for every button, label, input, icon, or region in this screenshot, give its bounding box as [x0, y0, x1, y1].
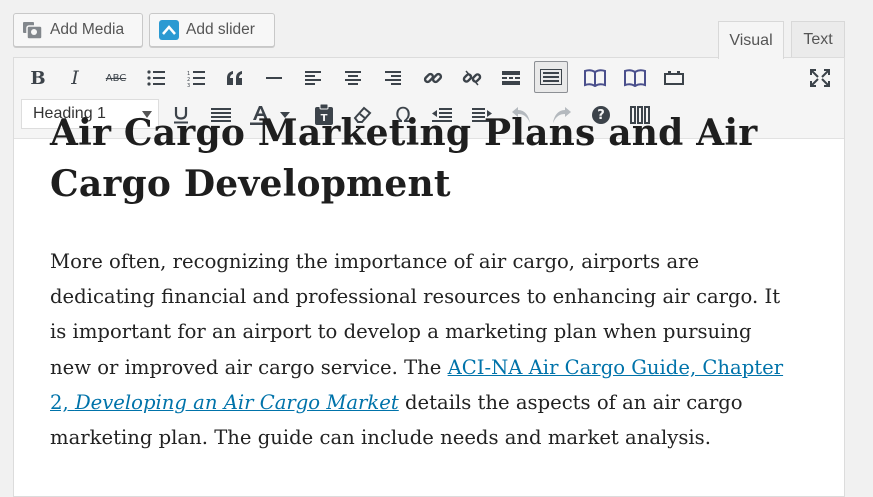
align-right-icon	[385, 71, 401, 85]
keyboard-icon	[540, 69, 562, 85]
remove-link-button[interactable]	[457, 63, 487, 93]
page-break-icon	[664, 71, 684, 85]
insert-more-button[interactable]	[496, 63, 526, 93]
add-media-label: Add Media	[50, 21, 125, 38]
blockquote-icon	[227, 71, 242, 85]
tab-text-label: Text	[803, 30, 833, 48]
book-icon	[624, 69, 646, 87]
horizontal-line-icon	[266, 77, 282, 79]
page-break-button[interactable]	[659, 63, 689, 93]
link-icon	[423, 72, 443, 84]
align-left-icon	[305, 71, 321, 85]
post-heading: Air Cargo Marketing Plans and Air Cargo …	[50, 112, 758, 205]
add-slider-button[interactable]: Add slider	[149, 13, 275, 47]
editor-content[interactable]: Air Cargo Marketing Plans and Air Cargo …	[50, 108, 790, 455]
align-left-button[interactable]	[298, 63, 328, 93]
book-button-2[interactable]	[620, 63, 650, 93]
align-right-button[interactable]	[378, 63, 408, 93]
fullscreen-button[interactable]	[805, 63, 835, 93]
fullscreen-icon	[810, 69, 830, 87]
read-more-icon	[502, 71, 520, 85]
numbered-list-icon: 123	[187, 70, 205, 87]
blockquote-button[interactable]	[220, 63, 250, 93]
strikethrough-icon: ABC	[105, 72, 127, 84]
strikethrough-button[interactable]: ABC	[101, 63, 131, 93]
horizontal-line-button[interactable]	[259, 63, 289, 93]
slider-icon	[158, 19, 180, 41]
add-slider-label: Add slider	[186, 21, 255, 38]
bold-icon: B	[30, 67, 46, 89]
bold-button[interactable]: B	[23, 63, 53, 93]
svg-text:3: 3	[187, 83, 190, 87]
align-center-button[interactable]	[338, 63, 368, 93]
tab-visual[interactable]: Visual	[718, 21, 784, 59]
italic-button[interactable]: I	[60, 63, 90, 93]
numbered-list-button[interactable]: 123	[181, 63, 211, 93]
bulleted-list-icon	[147, 70, 165, 86]
toolbar-toggle-button[interactable]	[534, 61, 568, 93]
media-camera-icon	[22, 19, 44, 41]
right-margin	[845, 0, 873, 488]
tab-visual-label: Visual	[729, 31, 773, 49]
tab-text[interactable]: Text	[791, 21, 845, 57]
insert-link-button[interactable]	[418, 63, 448, 93]
book-button[interactable]	[580, 63, 610, 93]
book-icon	[584, 69, 606, 87]
link-italic-text: Developing an Air Cargo Market	[74, 390, 399, 414]
post-paragraph: More often, recognizing the importance o…	[50, 244, 790, 455]
add-media-button[interactable]: Add Media	[13, 13, 143, 47]
unlink-icon	[462, 70, 482, 86]
bulleted-list-button[interactable]	[141, 63, 171, 93]
align-center-icon	[345, 71, 361, 85]
italic-icon: I	[71, 67, 79, 89]
